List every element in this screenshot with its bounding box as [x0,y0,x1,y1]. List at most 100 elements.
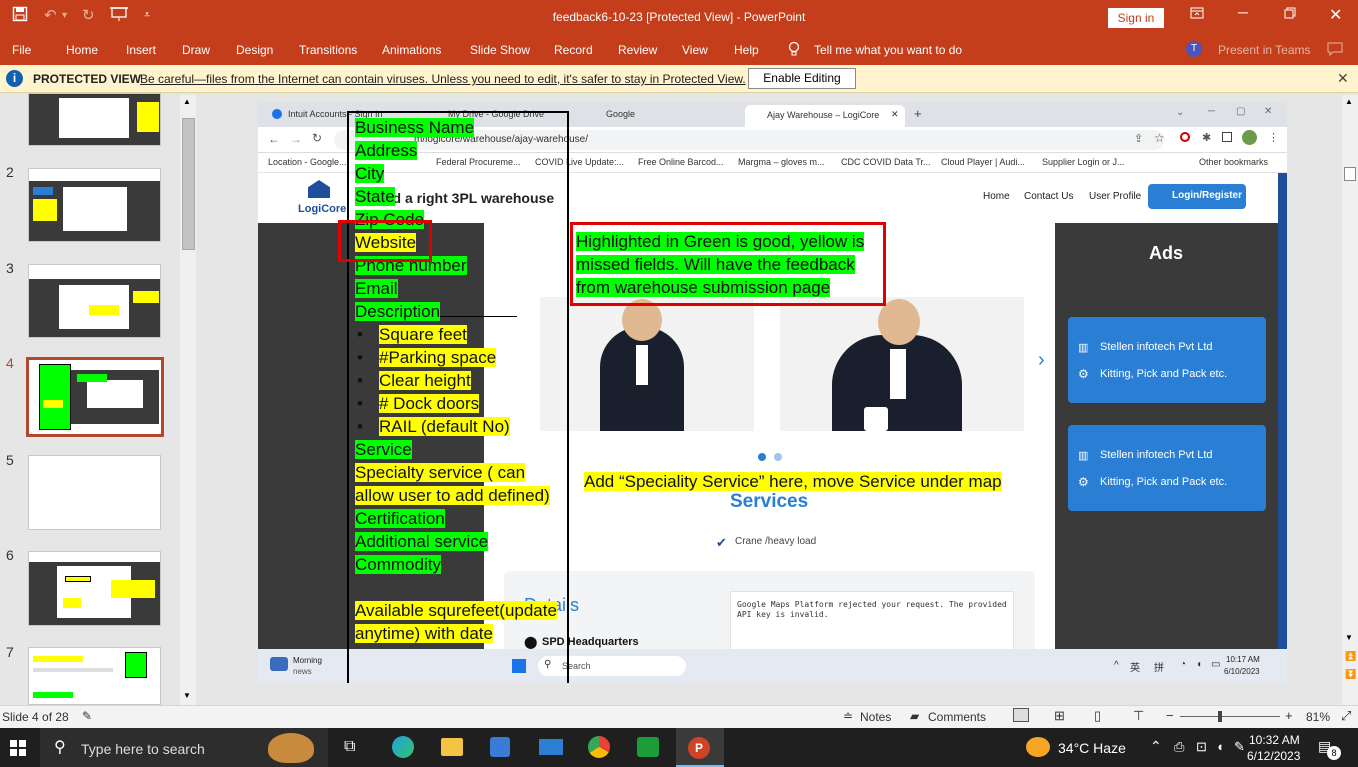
forward-icon[interactable]: → [290,132,302,146]
star-icon[interactable]: ☆ [1154,131,1165,145]
tell-me-search[interactable]: Tell me what you want to do [814,43,962,57]
zoom-out-icon[interactable]: − [1166,708,1174,723]
scroll-down-icon[interactable]: ▼ [1345,633,1353,642]
slide-thumbnail-2[interactable] [28,168,161,242]
comments-icon[interactable]: ▰ [910,709,919,723]
carousel-next-icon[interactable]: › [1038,349,1045,372]
zoom-slider-thumb[interactable] [1218,711,1222,722]
kebab-menu-icon[interactable]: ⋮ [1268,131,1279,144]
tab-slide-show[interactable]: Slide Show [470,43,530,57]
bookmark[interactable]: Supplier Login or J... [1042,157,1125,167]
speaker-icon[interactable]: ◖ [1196,659,1202,670]
editor-scroll-thumb[interactable] [1344,167,1356,181]
notes-button[interactable]: Notes [860,710,891,724]
carousel-dot-active[interactable] [758,453,766,461]
protected-view-message[interactable]: Be careful—files from the Internet can c… [140,72,746,86]
ime-mode[interactable]: 英 [1130,659,1140,674]
reading-view-icon[interactable]: ▯ [1094,708,1101,724]
battery-icon[interactable]: ▭ [1211,659,1220,670]
bookmark-folder[interactable]: Other bookmarks [1199,157,1268,167]
weather-text[interactable]: 34°C Haze [1058,740,1126,756]
bookmark[interactable]: Free Online Barcod... [638,157,724,167]
chat-icon[interactable] [637,737,659,757]
carousel-dot[interactable] [774,453,782,461]
chevron-down-icon[interactable]: ⌄ [1176,107,1184,118]
network-icon[interactable]: ⊡ [1196,739,1207,755]
weather-icon[interactable] [1026,737,1050,757]
new-tab-icon[interactable]: + [914,106,922,121]
tab-animations[interactable]: Animations [382,43,441,57]
wifi-icon[interactable]: ◔ [1180,659,1186,670]
tab-file[interactable]: File [12,43,31,57]
bookmark[interactable]: Margma – gloves m... [738,157,825,167]
taskbar-search-box[interactable]: ⚲ Type here to search [40,728,328,767]
file-explorer-icon[interactable] [441,738,463,756]
nav-home[interactable]: Home [983,191,1010,202]
page-scrollbar[interactable] [1278,173,1287,683]
fit-slide-icon[interactable]: ⤢ [1341,708,1351,724]
ribbon-display-icon[interactable] [1190,6,1204,23]
present-in-teams-button[interactable]: Present in Teams [1218,43,1311,57]
chrome-icon[interactable] [588,736,610,758]
site-logo[interactable]: LogiCore [298,203,346,215]
tab-transitions[interactable]: Transitions [299,43,357,57]
previous-slide-icon[interactable]: ⏫ [1345,651,1356,662]
tab-view[interactable]: View [682,43,708,57]
scroll-down-icon[interactable]: ▼ [183,691,191,700]
next-slide-icon[interactable]: ⏬ [1345,669,1356,680]
bookmark[interactable]: Location - Google... [268,157,347,167]
slide-thumbnail-3[interactable] [28,264,161,338]
accessibility-icon[interactable]: ✎ [82,709,92,723]
edge-icon[interactable] [392,736,414,758]
pen-icon[interactable]: ✎ [1234,739,1245,755]
tab-draw[interactable]: Draw [182,43,210,57]
ime-input[interactable]: 拼 [1154,659,1164,674]
reload-icon[interactable]: ↻ [312,131,322,145]
chevron-up-icon[interactable]: ⌃ [1150,738,1162,755]
zoom-in-icon[interactable]: + [1285,708,1293,723]
browser-tab-active[interactable]: Ajay Warehouse – LogiCore ✕ [745,105,905,127]
bookmark[interactable]: Cloud Player | Audi... [941,157,1025,167]
slide-thumbnail-4-selected[interactable] [26,357,164,437]
comments-button[interactable]: Comments [928,710,986,724]
tab-design[interactable]: Design [236,43,273,57]
zoom-slider[interactable] [1180,716,1280,717]
back-icon[interactable]: ← [268,132,280,146]
login-register-button[interactable]: Login/Register [1148,184,1246,209]
normal-view-icon[interactable] [1013,708,1029,722]
close-button[interactable]: ✕ [1329,5,1342,25]
share-icon[interactable]: ⇪ [1134,132,1143,145]
clock-time[interactable]: 10:32 AM [1249,733,1300,747]
extension-icon[interactable] [1180,132,1190,142]
ad-card[interactable]: ▥ Stellen infotech Pvt Ltd ⚙ Kitting, Pi… [1068,317,1266,403]
browser-tab[interactable]: Google [606,109,635,119]
maximize-icon[interactable]: ▢ [1236,106,1245,117]
tab-help[interactable]: Help [734,43,759,57]
puzzle-icon[interactable]: ✱ [1202,131,1211,144]
minimize-icon[interactable]: ─ [1208,106,1215,117]
chevron-up-icon[interactable]: ^ [1114,660,1119,671]
slide-thumbnail-7[interactable] [28,647,161,705]
enable-editing-button[interactable]: Enable Editing [748,68,856,89]
windows-start-icon[interactable] [10,740,26,759]
bookmark[interactable]: CDC COVID Data Tr... [841,157,931,167]
sidebar-icon[interactable] [1222,132,1232,142]
thumbnail-scroll-thumb[interactable] [182,118,195,250]
clock-date[interactable]: 6/12/2023 [1247,749,1300,763]
slide-thumbnail-6[interactable] [28,551,161,626]
scroll-up-icon[interactable]: ▲ [183,97,191,106]
nav-contact-us[interactable]: Contact Us [1024,191,1073,202]
zoom-level[interactable]: 81% [1306,710,1330,724]
mail-icon[interactable] [539,739,563,755]
tab-insert[interactable]: Insert [126,43,156,57]
close-icon[interactable]: ✕ [1337,70,1349,87]
slide-thumbnail-1[interactable] [28,93,161,146]
task-view-icon[interactable]: ⧉ [344,738,355,756]
sign-in-button[interactable]: Sign in [1108,8,1164,28]
comment-icon[interactable] [1327,42,1343,59]
tab-home[interactable]: Home [66,43,98,57]
notes-icon[interactable]: ≐ [843,709,853,723]
avatar[interactable] [1242,130,1257,145]
nav-user-profile[interactable]: User Profile [1089,191,1141,202]
close-icon[interactable]: ✕ [1264,106,1272,117]
